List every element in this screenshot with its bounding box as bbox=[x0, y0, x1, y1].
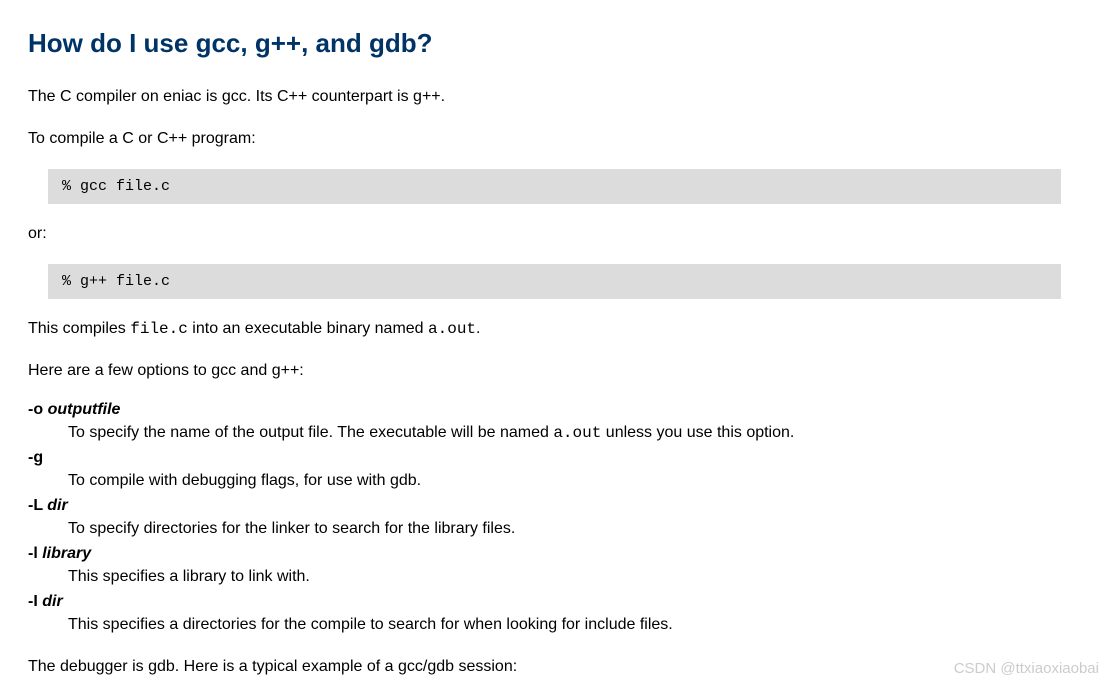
option-flag: -g bbox=[28, 449, 43, 466]
option-term: -I dir bbox=[28, 593, 1081, 611]
code-block-gcc: % gcc file.c bbox=[48, 169, 1061, 204]
option-arg: outputfile bbox=[48, 401, 121, 418]
options-list: -o outputfile To specify the name of the… bbox=[28, 401, 1081, 637]
paragraph-compiles-into: This compiles file.c into an executable … bbox=[28, 317, 1081, 341]
code-block-gpp: % g++ file.c bbox=[48, 264, 1061, 299]
option-term: -o outputfile bbox=[28, 401, 1081, 419]
option-flag: -l bbox=[28, 545, 38, 562]
text-fragment: unless you use this option. bbox=[601, 424, 794, 441]
option-desc: To specify directories for the linker to… bbox=[68, 517, 1081, 541]
option-arg: dir bbox=[47, 497, 67, 514]
paragraph-compile: To compile a C or C++ program: bbox=[28, 127, 1081, 151]
option-arg: library bbox=[42, 545, 91, 562]
option-term: -L dir bbox=[28, 497, 1081, 515]
option-desc: This specifies a library to link with. bbox=[68, 565, 1081, 589]
option-flag: -o bbox=[28, 401, 43, 418]
text-fragment: To specify the name of the output file. … bbox=[68, 424, 553, 441]
text-fragment: . bbox=[476, 320, 480, 337]
inline-code-aout: a.out bbox=[428, 320, 476, 338]
paragraph-intro: The C compiler on eniac is gcc. Its C++ … bbox=[28, 85, 1081, 109]
option-desc: To specify the name of the output file. … bbox=[68, 421, 1081, 445]
inline-code-aout: a.out bbox=[553, 424, 601, 442]
paragraph-or: or: bbox=[28, 222, 1081, 246]
paragraph-gdb: The debugger is gdb. Here is a typical e… bbox=[28, 655, 1081, 679]
option-flag: -I bbox=[28, 593, 38, 610]
option-flag: -L bbox=[28, 497, 43, 514]
text-fragment: into an executable binary named bbox=[188, 320, 428, 337]
option-arg: dir bbox=[42, 593, 62, 610]
option-desc: To compile with debugging flags, for use… bbox=[68, 469, 1081, 493]
page-title: How do I use gcc, g++, and gdb? bbox=[28, 28, 1081, 59]
option-term: -g bbox=[28, 449, 1081, 467]
paragraph-options: Here are a few options to gcc and g++: bbox=[28, 359, 1081, 383]
option-desc: This specifies a directories for the com… bbox=[68, 613, 1081, 637]
option-term: -l library bbox=[28, 545, 1081, 563]
inline-code-filec: file.c bbox=[130, 320, 188, 338]
text-fragment: This compiles bbox=[28, 320, 130, 337]
